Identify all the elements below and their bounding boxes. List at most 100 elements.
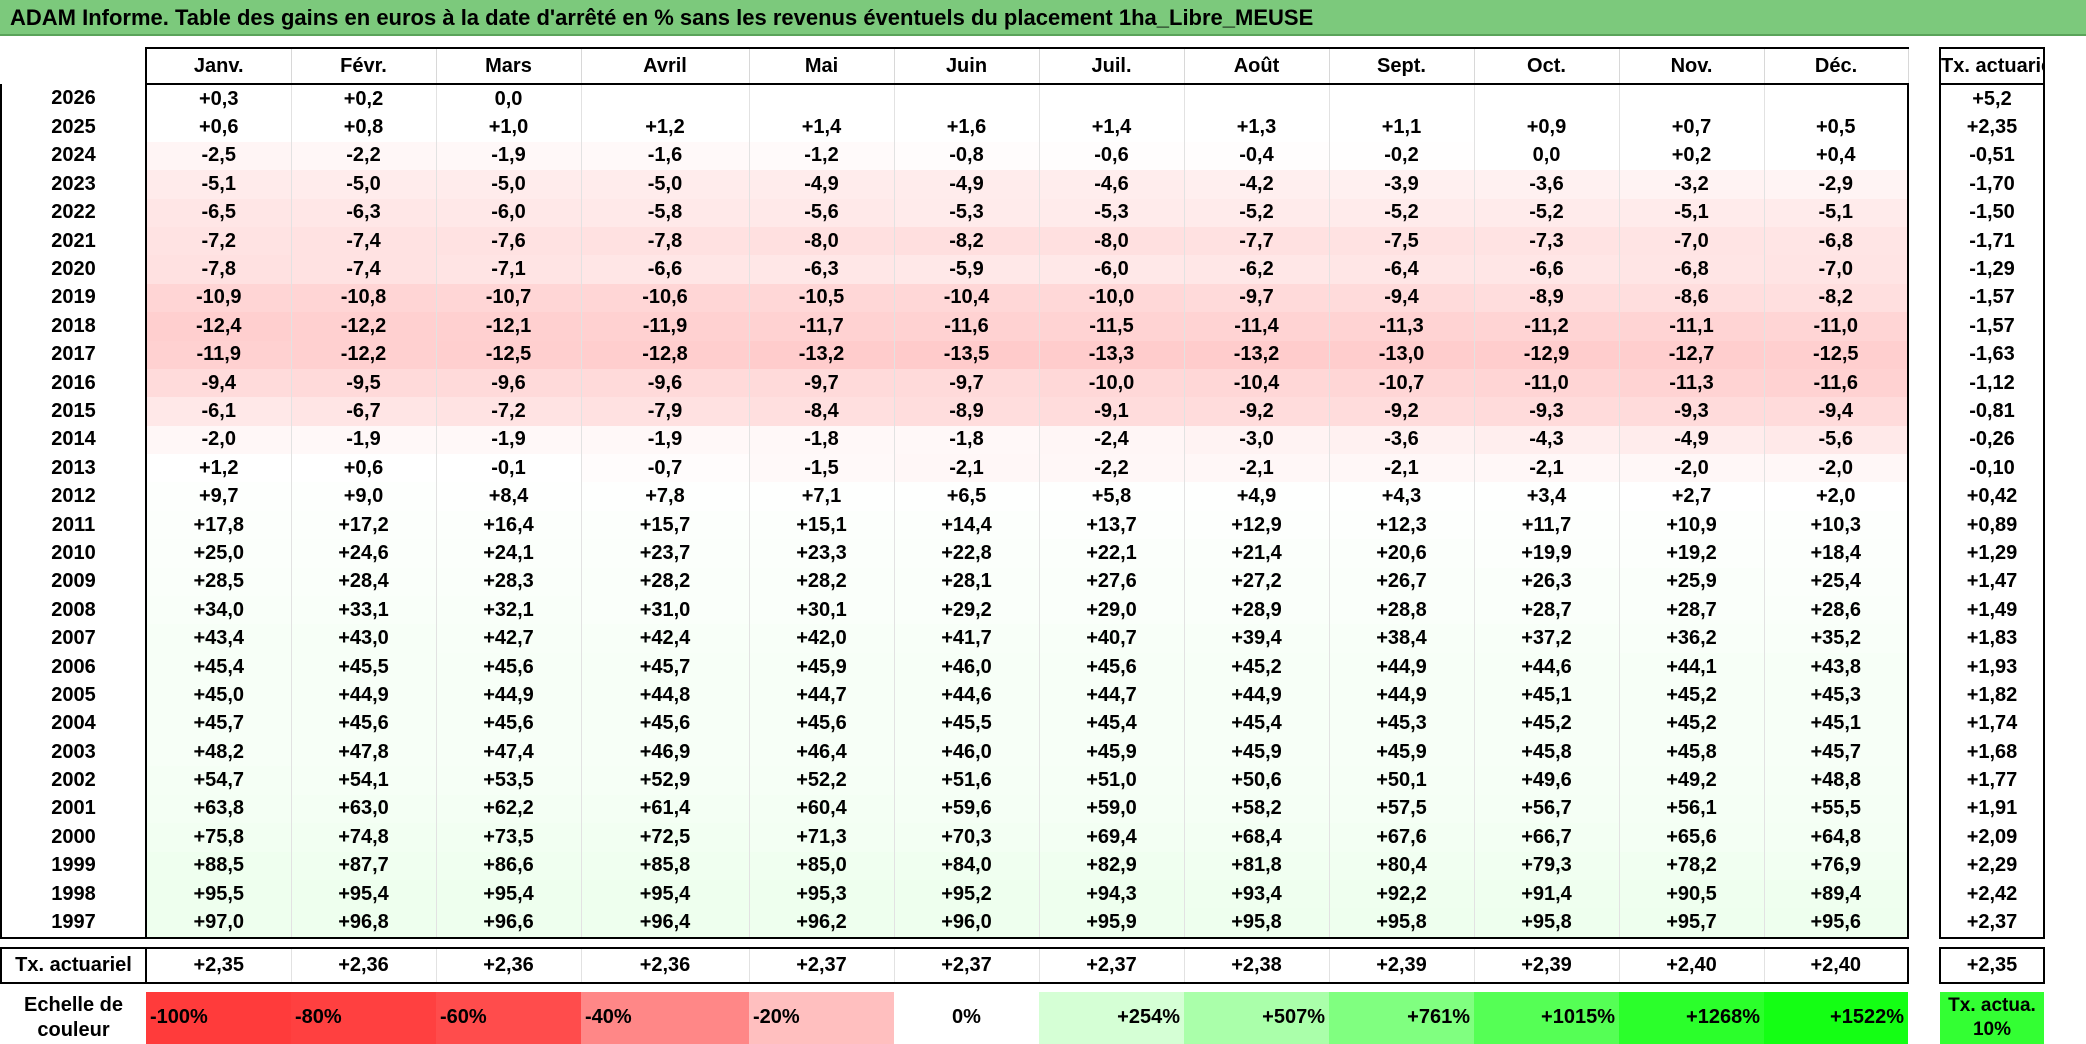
gain-cell: -3,2	[1618, 170, 1765, 199]
gain-cell: +27,6	[1038, 567, 1185, 597]
table-row: 2025 +0,6 +0,8 +1,0 +1,2 +1,4 +1,6 +1,4 +1,3 +1,1…	[0, 113, 1909, 142]
gain-cell: +45,7	[580, 652, 750, 682]
gain-cell: +24,6	[290, 539, 437, 568]
actuarial-rate-table: Tx. actuariel+5,2+2,35-0,51-1,70-1,50-1,…	[1939, 47, 2045, 1044]
color-scale-swatch: -40%	[581, 991, 749, 1044]
spacer	[1474, 938, 1619, 948]
gain-cell: +45,9	[1183, 737, 1330, 767]
spacer-row	[1, 938, 1908, 948]
gain-cell: +31,0	[580, 596, 750, 625]
table-row: 2018 -12,4 -12,2 -12,1 -11,9 -11,7 -11,6 -11,5-…	[0, 312, 1909, 341]
gain-cell: -6,0	[435, 198, 582, 227]
gain-cell: -6,5	[145, 198, 292, 227]
spacer	[1329, 938, 1474, 948]
year-label: 2023	[0, 170, 147, 199]
gain-cell: +96,2	[748, 908, 895, 939]
year-label: 1999	[0, 851, 147, 880]
side-row: +0,89	[1939, 510, 2045, 540]
gain-cell: -11,9	[580, 312, 750, 341]
actuarial-rate-cell: +1,93	[1939, 652, 2045, 682]
gain-cell: -4,3	[1473, 425, 1620, 455]
gain-cell: +28,4	[290, 567, 437, 597]
gain-cell: +57,5	[1328, 794, 1475, 824]
table-row: 2002 +54,7 +54,1 +53,5 +52,9 +52,2 +51,6 +51,0 +…	[0, 766, 1909, 795]
gain-cell: +95,8	[1183, 908, 1330, 939]
gain-cell: +89,4	[1763, 879, 1909, 909]
spacer	[581, 983, 749, 992]
gain-cell: +45,6	[435, 652, 582, 682]
gain-cell: -5,8	[580, 198, 750, 227]
gain-cell: +35,2	[1763, 624, 1909, 653]
gain-cell: -3,0	[1183, 425, 1330, 455]
gain-cell: +0,7	[1618, 113, 1765, 142]
gain-cell: +44,8	[580, 681, 750, 710]
table-row: 2020 -7,8 -7,4 -7,1 -6,6 -6,3 -5,9 -6,0 -6,2 -6,4…	[0, 255, 1909, 284]
month-header: Juil.	[1038, 47, 1185, 85]
gain-cell: -8,6	[1618, 283, 1765, 313]
gain-cell: -13,0	[1328, 340, 1475, 369]
gain-cell: +44,7	[1038, 681, 1185, 710]
gain-cell: -1,9	[435, 425, 582, 455]
gain-cell: -2,0	[145, 425, 292, 455]
gain-cell: +45,7	[145, 709, 292, 738]
gain-cell: -11,2	[1473, 312, 1620, 341]
gain-cell: -10,6	[580, 283, 750, 313]
gain-cell: -11,3	[1328, 312, 1475, 341]
gain-cell: +25,0	[145, 539, 292, 568]
gain-cell: -7,5	[1328, 226, 1475, 256]
spacer	[1619, 983, 1764, 992]
spacer-row	[1940, 938, 2044, 948]
gain-cell: -6,4	[1328, 255, 1475, 284]
gain-cell: -9,3	[1473, 397, 1620, 426]
gain-cell: -5,1	[1618, 198, 1765, 227]
side-row: +2,37	[1939, 908, 2045, 939]
gain-cell: +0,2	[1618, 141, 1765, 171]
gain-cell: +51,6	[893, 766, 1040, 795]
gain-cell: -0,6	[1038, 141, 1185, 171]
gain-cell: +45,6	[435, 709, 582, 738]
side-row: +1,77	[1939, 766, 2045, 795]
year-label: 2025	[0, 113, 147, 142]
actuarial-rate-cell: +2,35	[1939, 113, 2045, 142]
gain-cell: -3,6	[1473, 170, 1620, 199]
year-label: 2006	[0, 652, 147, 682]
gain-cell: -2,2	[1038, 454, 1185, 483]
gain-cell: -9,7	[893, 368, 1040, 398]
gain-cell: +1,1	[1328, 113, 1475, 142]
gain-cell: +37,2	[1473, 624, 1620, 653]
gain-cell	[580, 84, 750, 114]
gain-cell: +45,1	[1763, 709, 1909, 738]
gain-cell: -3,6	[1328, 425, 1475, 455]
year-label: 1998	[0, 879, 147, 909]
gain-cell: +46,0	[893, 652, 1040, 682]
page-title: ADAM Informe. Table des gains en euros à…	[10, 5, 1314, 30]
gain-cell: +45,6	[290, 709, 437, 738]
year-label: 2022	[0, 198, 147, 227]
gain-cell: +25,4	[1763, 567, 1909, 597]
gain-cell: -12,1	[435, 312, 582, 341]
spacer	[1039, 983, 1184, 992]
gain-cell: +42,4	[580, 624, 750, 653]
actuarial-total-cell: +2,35	[1939, 946, 2045, 984]
gain-cell: +44,6	[1473, 652, 1620, 682]
gain-cell: -5,9	[893, 255, 1040, 284]
gain-cell: +67,6	[1328, 823, 1475, 852]
gain-cell: -7,8	[145, 255, 292, 284]
gain-cell: +82,9	[1038, 851, 1185, 880]
side-row: -1,70	[1939, 170, 2045, 199]
spacer-row	[1, 983, 1908, 992]
gain-cell: -6,3	[290, 198, 437, 227]
gain-cell: -11,9	[145, 340, 292, 369]
gain-cell: +29,2	[893, 596, 1040, 625]
gain-cell: +55,5	[1763, 794, 1909, 824]
spacer	[1619, 938, 1764, 948]
gain-cell: +95,2	[893, 879, 1040, 909]
gain-cell: +45,0	[145, 681, 292, 710]
gain-cell: +45,7	[1763, 737, 1909, 767]
spacer	[1940, 983, 2044, 992]
actuarial-rate-cell: -1,63	[1939, 340, 2045, 369]
gain-cell: +70,3	[893, 823, 1040, 852]
gain-cell: -12,8	[580, 340, 750, 369]
gain-cell: 0,0	[1473, 141, 1620, 171]
gain-cell: -10,0	[1038, 368, 1185, 398]
